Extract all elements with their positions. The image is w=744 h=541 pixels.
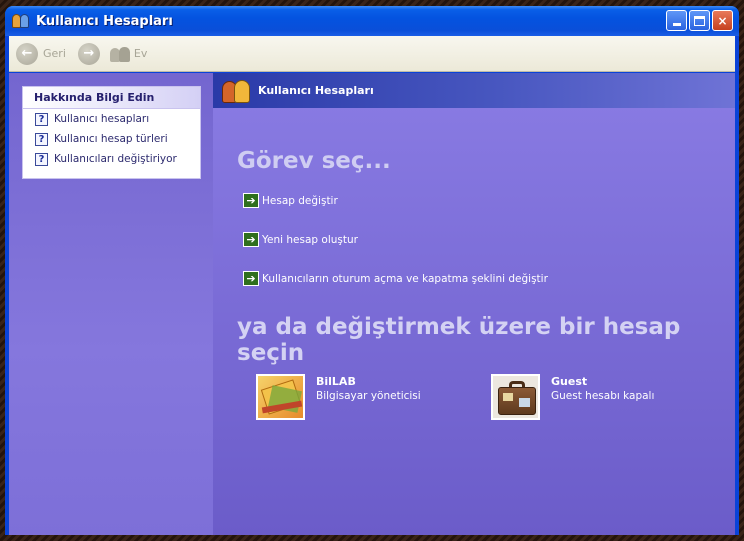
sidebar-item-account-types[interactable]: ? Kullanıcı hesap türleri [23,129,200,149]
pick-task-heading: Görev seç... [237,148,391,174]
arrow-right-icon: ➔ [243,271,259,286]
help-icon: ? [35,152,48,166]
minimize-icon [672,23,681,26]
account-info: BilLAB Bilgisayar yöneticisi [316,375,421,420]
home-button[interactable]: Ev [100,45,147,63]
sidebar-item-label: Kullanıcı hesap türleri [54,133,168,145]
account-name: BilLAB [316,375,356,388]
help-icon: ? [35,132,48,146]
panel-title: Hakkında Bilgi Edin [23,87,200,109]
account-billab[interactable]: BilLAB Bilgisayar yöneticisi [256,374,421,420]
window-title: Kullanıcı Hesapları [36,13,173,29]
home-label: Ev [133,47,148,60]
window-controls: × [666,10,733,31]
maximize-icon [694,15,705,26]
arrow-right-icon: ➔ [243,232,259,247]
account-type: Guest hesabı kapalı [551,390,655,402]
sidebar-item-switching-users[interactable]: ? Kullanıcıları değiştiriyor [23,149,200,169]
minimize-button[interactable] [666,10,687,31]
users-icon [222,78,252,104]
help-icon: ? [35,112,48,126]
main-panel: Kullanıcı Hesapları Görev seç... ➔ Hesap… [213,73,735,535]
main-header-title: Kullanıcı Hesapları [258,84,374,97]
account-picture[interactable] [491,374,540,420]
sidebar-item-label: Kullanıcı hesapları [54,113,150,125]
pick-account-heading: ya da değiştirmek üzere bir hesap seçin [237,314,681,366]
task-label: Yeni hesap oluştur [262,233,358,246]
account-type: Bilgisayar yöneticisi [316,390,421,402]
task-change-account[interactable]: ➔ Hesap değiştir [243,193,338,208]
title-bar[interactable]: Kullanıcı Hesapları × [5,6,739,36]
back-label: Geri [43,47,66,60]
sidebar-item-user-accounts[interactable]: ? Kullanıcı hesapları [23,109,200,129]
close-icon: × [717,13,728,28]
user-accounts-icon [12,13,30,29]
arrow-right-icon: ➔ [243,193,259,208]
sidebar-item-label: Kullanıcıları değiştiriyor [54,153,177,165]
home-users-icon [109,45,132,63]
learn-about-panel: Hakkında Bilgi Edin ? Kullanıcı hesaplar… [22,86,201,179]
account-picture[interactable] [256,374,305,420]
forward-arrow-icon: → [77,42,100,65]
account-guest[interactable]: Guest Guest hesabı kapalı [491,374,654,420]
toolbar: ← Geri → Ev [9,36,735,72]
task-change-logon-logoff[interactable]: ➔ Kullanıcıların oturum açma ve kapatma … [243,271,548,286]
close-button[interactable]: × [712,10,733,31]
back-button[interactable]: ← Geri [16,42,66,65]
account-name: Guest [551,375,588,388]
maximize-button[interactable] [689,10,710,31]
sidebar: Hakkında Bilgi Edin ? Kullanıcı hesaplar… [9,73,213,535]
task-label: Kullanıcıların oturum açma ve kapatma şe… [262,272,548,285]
task-create-account[interactable]: ➔ Yeni hesap oluştur [243,232,358,247]
back-arrow-icon: ← [16,42,38,65]
forward-button[interactable]: → [77,42,100,65]
account-info: Guest Guest hesabı kapalı [551,375,654,420]
user-accounts-window: Kullanıcı Hesapları × ← Geri → Ev Hakkın… [5,6,739,535]
main-header: Kullanıcı Hesapları [213,73,735,108]
task-label: Hesap değiştir [262,194,338,207]
content-area: Hakkında Bilgi Edin ? Kullanıcı hesaplar… [9,73,735,535]
